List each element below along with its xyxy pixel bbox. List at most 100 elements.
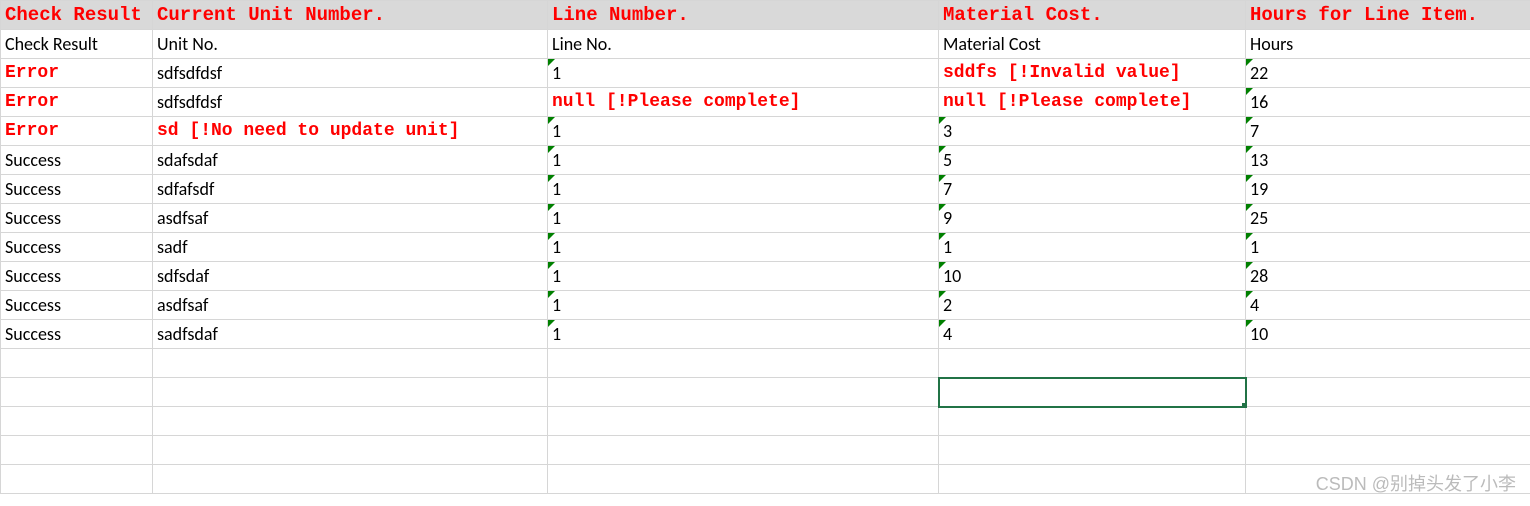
cell-cost[interactable]: 2 — [939, 291, 1246, 320]
empty-cell[interactable] — [153, 407, 548, 436]
cell-unit[interactable]: sdafsdaf — [153, 146, 548, 175]
field-label[interactable]: Material Cost — [939, 30, 1246, 59]
empty-cell[interactable] — [1246, 378, 1530, 407]
cell-line[interactable]: 1 — [548, 117, 939, 146]
cell-unit[interactable]: sdfsdfdsf — [153, 59, 548, 88]
empty-cell[interactable] — [939, 436, 1246, 465]
cell-cost[interactable]: 4 — [939, 320, 1246, 349]
cell-status[interactable]: Success — [1, 204, 153, 233]
cell-line[interactable]: 1 — [548, 262, 939, 291]
cell-hours[interactable]: 1 — [1246, 233, 1530, 262]
empty-cell[interactable] — [939, 378, 1246, 407]
cell-cost[interactable]: 3 — [939, 117, 1246, 146]
cell-hours[interactable]: 10 — [1246, 320, 1530, 349]
table-row: Successasdfsaf124 — [1, 291, 1530, 320]
cell-unit[interactable]: sdfsdfdsf — [153, 88, 548, 117]
cell-line[interactable]: 1 — [548, 233, 939, 262]
cell-hours[interactable]: 13 — [1246, 146, 1530, 175]
column-header[interactable]: Hours for Line Item. — [1246, 1, 1530, 30]
cell-line[interactable]: 1 — [548, 204, 939, 233]
column-header[interactable]: Material Cost. — [939, 1, 1246, 30]
field-label-row: Check ResultUnit No.Line No.Material Cos… — [1, 30, 1530, 59]
cell-hours[interactable]: 19 — [1246, 175, 1530, 204]
cell-unit[interactable]: sd [!No need to update unit] — [153, 117, 548, 146]
table-row: Successsdafsdaf1513 — [1, 146, 1530, 175]
cell-hours[interactable]: 28 — [1246, 262, 1530, 291]
empty-cell[interactable] — [548, 349, 939, 378]
cell-status[interactable]: Error — [1, 59, 153, 88]
spreadsheet-grid[interactable]: Check ResultCurrent Unit Number.Line Num… — [0, 0, 1530, 494]
cell-cost[interactable]: 5 — [939, 146, 1246, 175]
empty-cell[interactable] — [548, 378, 939, 407]
cell-unit[interactable]: sdfafsdf — [153, 175, 548, 204]
cell-unit[interactable]: sdfsdaf — [153, 262, 548, 291]
cell-status[interactable]: Success — [1, 291, 153, 320]
field-label[interactable]: Line No. — [548, 30, 939, 59]
cell-hours[interactable]: 16 — [1246, 88, 1530, 117]
cell-line[interactable]: 1 — [548, 146, 939, 175]
empty-cell[interactable] — [153, 378, 548, 407]
cell-status[interactable]: Error — [1, 88, 153, 117]
cell-cost[interactable]: 9 — [939, 204, 1246, 233]
table-row: Successasdfsaf1925 — [1, 204, 1530, 233]
cell-status[interactable]: Error — [1, 117, 153, 146]
cell-cost[interactable]: 10 — [939, 262, 1246, 291]
cell-status[interactable]: Success — [1, 175, 153, 204]
empty-cell[interactable] — [1, 407, 153, 436]
table-row-empty — [1, 465, 1530, 494]
cell-unit[interactable]: sadf — [153, 233, 548, 262]
cell-status[interactable]: Success — [1, 233, 153, 262]
cell-line[interactable]: null [!Please complete] — [548, 88, 939, 117]
cell-line[interactable]: 1 — [548, 59, 939, 88]
field-label[interactable]: Unit No. — [153, 30, 548, 59]
cell-unit[interactable]: asdfsaf — [153, 291, 548, 320]
empty-cell[interactable] — [1, 378, 153, 407]
cell-unit[interactable]: asdfsaf — [153, 204, 548, 233]
empty-cell[interactable] — [939, 465, 1246, 494]
cell-line[interactable]: 1 — [548, 291, 939, 320]
column-header[interactable]: Line Number. — [548, 1, 939, 30]
empty-cell[interactable] — [153, 349, 548, 378]
cell-cost[interactable]: 7 — [939, 175, 1246, 204]
table-row-empty — [1, 349, 1530, 378]
table-row-empty — [1, 436, 1530, 465]
cell-line[interactable]: 1 — [548, 320, 939, 349]
column-header[interactable]: Check Result — [1, 1, 153, 30]
empty-cell[interactable] — [1, 465, 153, 494]
empty-cell[interactable] — [1, 349, 153, 378]
empty-cell[interactable] — [1246, 407, 1530, 436]
table-row: Successsadfsdaf1410 — [1, 320, 1530, 349]
empty-cell[interactable] — [1246, 436, 1530, 465]
table-row: Errorsd [!No need to update unit]137 — [1, 117, 1530, 146]
empty-cell[interactable] — [1, 436, 153, 465]
empty-cell[interactable] — [548, 436, 939, 465]
table-row: Successsdfafsdf1719 — [1, 175, 1530, 204]
empty-cell[interactable] — [1246, 465, 1530, 494]
column-header[interactable]: Current Unit Number. — [153, 1, 548, 30]
cell-hours[interactable]: 4 — [1246, 291, 1530, 320]
empty-cell[interactable] — [548, 465, 939, 494]
empty-cell[interactable] — [1246, 349, 1530, 378]
cell-unit[interactable]: sadfsdaf — [153, 320, 548, 349]
empty-cell[interactable] — [548, 407, 939, 436]
cell-hours[interactable]: 22 — [1246, 59, 1530, 88]
empty-cell[interactable] — [939, 349, 1246, 378]
table-row: Successsdfsdaf11028 — [1, 262, 1530, 291]
cell-line[interactable]: 1 — [548, 175, 939, 204]
field-label[interactable]: Hours — [1246, 30, 1530, 59]
field-label[interactable]: Check Result — [1, 30, 153, 59]
cell-hours[interactable]: 25 — [1246, 204, 1530, 233]
cell-status[interactable]: Success — [1, 262, 153, 291]
table-row-empty — [1, 407, 1530, 436]
cell-status[interactable]: Success — [1, 320, 153, 349]
cell-cost[interactable]: sddfs [!Invalid value] — [939, 59, 1246, 88]
column-header-row: Check ResultCurrent Unit Number.Line Num… — [1, 1, 1530, 30]
cell-cost[interactable]: 1 — [939, 233, 1246, 262]
empty-cell[interactable] — [153, 465, 548, 494]
empty-cell[interactable] — [939, 407, 1246, 436]
cell-cost[interactable]: null [!Please complete] — [939, 88, 1246, 117]
cell-status[interactable]: Success — [1, 146, 153, 175]
empty-cell[interactable] — [153, 436, 548, 465]
table-row: Successsadf111 — [1, 233, 1530, 262]
cell-hours[interactable]: 7 — [1246, 117, 1530, 146]
